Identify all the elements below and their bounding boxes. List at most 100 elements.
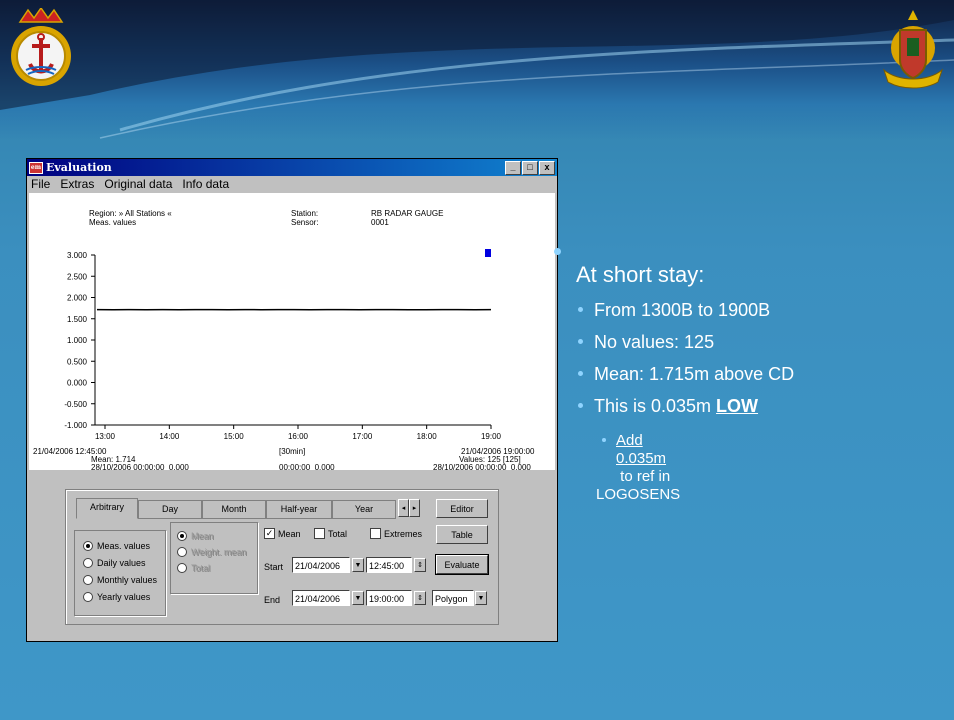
radio-daily-values[interactable]: Daily values — [83, 558, 146, 568]
radio-mean[interactable]: Mean — [177, 531, 214, 541]
radio-dot — [83, 558, 93, 568]
radio-yearly-values[interactable]: Yearly values — [83, 592, 150, 602]
y-tick-label: 0.500 — [67, 357, 88, 366]
x-tick-label: 16:00 — [288, 432, 309, 441]
y-tick-label: 2.000 — [67, 294, 88, 303]
radio-dot — [83, 592, 93, 602]
tab-day[interactable]: Day — [138, 500, 202, 519]
bullet-icon — [578, 371, 583, 376]
menu-extras[interactable]: Extras — [60, 177, 94, 191]
bottom-mid-readout: 00:00:00 0.000 — [279, 463, 335, 472]
menu-original-data[interactable]: Original data — [104, 177, 172, 191]
check-label: Extremes — [384, 528, 423, 539]
bottom-right-readout: 28/10/2006 00:00:00 0.000 — [433, 463, 531, 472]
editor-button[interactable]: Editor — [436, 499, 488, 518]
legend-marker — [485, 249, 491, 257]
end-time-spinner-icon[interactable]: ⇕ — [414, 591, 426, 605]
note-text: This is 0.035m — [594, 396, 717, 416]
radio-label: Yearly values — [97, 592, 151, 602]
minimize-button[interactable]: _ — [505, 160, 521, 175]
x-tick-label: 13:00 — [95, 432, 116, 441]
y-tick-label: -0.500 — [64, 400, 87, 409]
water-level-chart: 3.000 2.500 2.000 1.500 1.000 0.500 0.000 -0.50… — [64, 249, 502, 441]
maximize-button[interactable]: □ — [522, 160, 538, 175]
note-item: From 1300B to 1900B — [578, 300, 771, 321]
sub-note-rest: to ref in — [616, 468, 671, 485]
tab-half-year[interactable]: Half-year — [266, 500, 332, 519]
evaluate-button[interactable]: Evaluate — [436, 555, 488, 574]
radio-dot — [177, 547, 187, 557]
radio-weight-mean[interactable]: Weight. mean — [177, 547, 246, 557]
note-text: No values: 125 — [594, 332, 715, 352]
note-text: From 1300B to 1900B — [594, 300, 771, 320]
x-tick-label: 17:00 — [352, 432, 373, 441]
controls-area: Arbitrary Day Month Half-year Year ◂ ▸ E… — [29, 473, 555, 639]
check-total[interactable]: Total — [314, 528, 347, 539]
y-tick-label: 3.000 — [67, 251, 88, 260]
check-label: Total — [328, 528, 348, 539]
check-mark-icon: ✓ — [264, 528, 275, 539]
check-extremes[interactable]: Extremes — [370, 528, 422, 539]
radio-dot — [83, 575, 93, 585]
sub-note: Add 0.035m to ref in LOGOSENS — [596, 432, 680, 504]
notes-heading: At short stay: — [576, 262, 705, 287]
end-date-field[interactable]: 21/04/2006 — [292, 590, 350, 606]
radio-label: Daily values — [97, 558, 146, 568]
x-tick-label: 19:00 — [481, 432, 502, 441]
tab-arbitrary[interactable]: Arbitrary — [76, 498, 138, 519]
checkbox — [370, 528, 381, 539]
x-tick-label: 18:00 — [417, 432, 438, 441]
radio-dot — [177, 563, 187, 573]
radio-total[interactable]: Total — [177, 563, 210, 573]
settings-panel: Arbitrary Day Month Half-year Year ◂ ▸ E… — [65, 489, 499, 625]
mode-select[interactable]: Polygon — [432, 590, 474, 606]
tab-scroll-left-icon[interactable]: ◂ — [398, 499, 409, 517]
radio-monthly-values[interactable]: Monthly values — [83, 575, 157, 585]
bullet-icon — [602, 438, 606, 442]
y-tick-label: 0.000 — [67, 379, 88, 388]
note-item-low: This is 0.035m LOW — [578, 396, 758, 417]
window-titlebar[interactable]: em Evaluation _ □ x — [27, 159, 557, 176]
start-time-field[interactable]: 12:45:00 — [366, 557, 412, 573]
close-button[interactable]: x — [539, 160, 555, 175]
start-date-dropdown-icon[interactable]: ▼ — [352, 558, 364, 572]
mode-dropdown-icon[interactable]: ▼ — [475, 591, 487, 605]
radio-dot — [83, 541, 93, 551]
radio-label: Weight. mean — [191, 547, 247, 557]
end-date-dropdown-icon[interactable]: ▼ — [352, 591, 364, 605]
evaluation-window: em Evaluation _ □ x File Extras Original… — [26, 158, 558, 642]
radio-meas-values[interactable]: Meas. values — [83, 541, 150, 551]
window-title: Evaluation — [46, 161, 112, 174]
check-label: Mean — [278, 528, 301, 539]
y-tick-label: -1.000 — [64, 421, 87, 430]
check-mean[interactable]: ✓ Mean — [264, 528, 301, 539]
radio-dot — [177, 531, 187, 541]
bullet-icon — [578, 307, 583, 312]
radio-label: Mean — [191, 531, 214, 541]
note-text: Mean: 1.715m above CD — [594, 364, 795, 384]
tab-year[interactable]: Year — [332, 500, 396, 519]
sub-note-line2: LOGOSENS — [596, 486, 681, 503]
start-date-field[interactable]: 21/04/2006 — [292, 557, 350, 573]
value-type-group: Meas. values Daily values Monthly values… — [74, 530, 166, 616]
notes-heading-item: At short stay: — [554, 248, 705, 288]
checkbox — [314, 528, 325, 539]
tab-month[interactable]: Month — [202, 500, 266, 519]
x-tick-label: 15:00 — [224, 432, 245, 441]
start-time-spinner-icon[interactable]: ⇕ — [414, 558, 426, 572]
bottom-left-readout: 28/10/2006 00:00:00 0.000 — [91, 463, 189, 472]
start-label: Start — [264, 562, 284, 572]
tab-scroll-right-icon[interactable]: ▸ — [409, 499, 420, 517]
bullet-icon — [578, 403, 583, 408]
end-time-field[interactable]: 19:00:00 — [366, 590, 412, 606]
header-wave — [0, 0, 954, 139]
table-button[interactable]: Table — [436, 525, 488, 544]
bullet-icon — [578, 339, 583, 344]
menu-file[interactable]: File — [31, 177, 50, 191]
plot-area: Region: » All Stations « Meas. values St… — [29, 193, 555, 472]
x-tick-label: 14:00 — [159, 432, 180, 441]
navy-seal-logo — [11, 8, 71, 86]
menu-info-data[interactable]: Info data — [182, 177, 229, 191]
app-icon: em — [29, 161, 43, 174]
interval-label: [30min] — [279, 447, 306, 456]
